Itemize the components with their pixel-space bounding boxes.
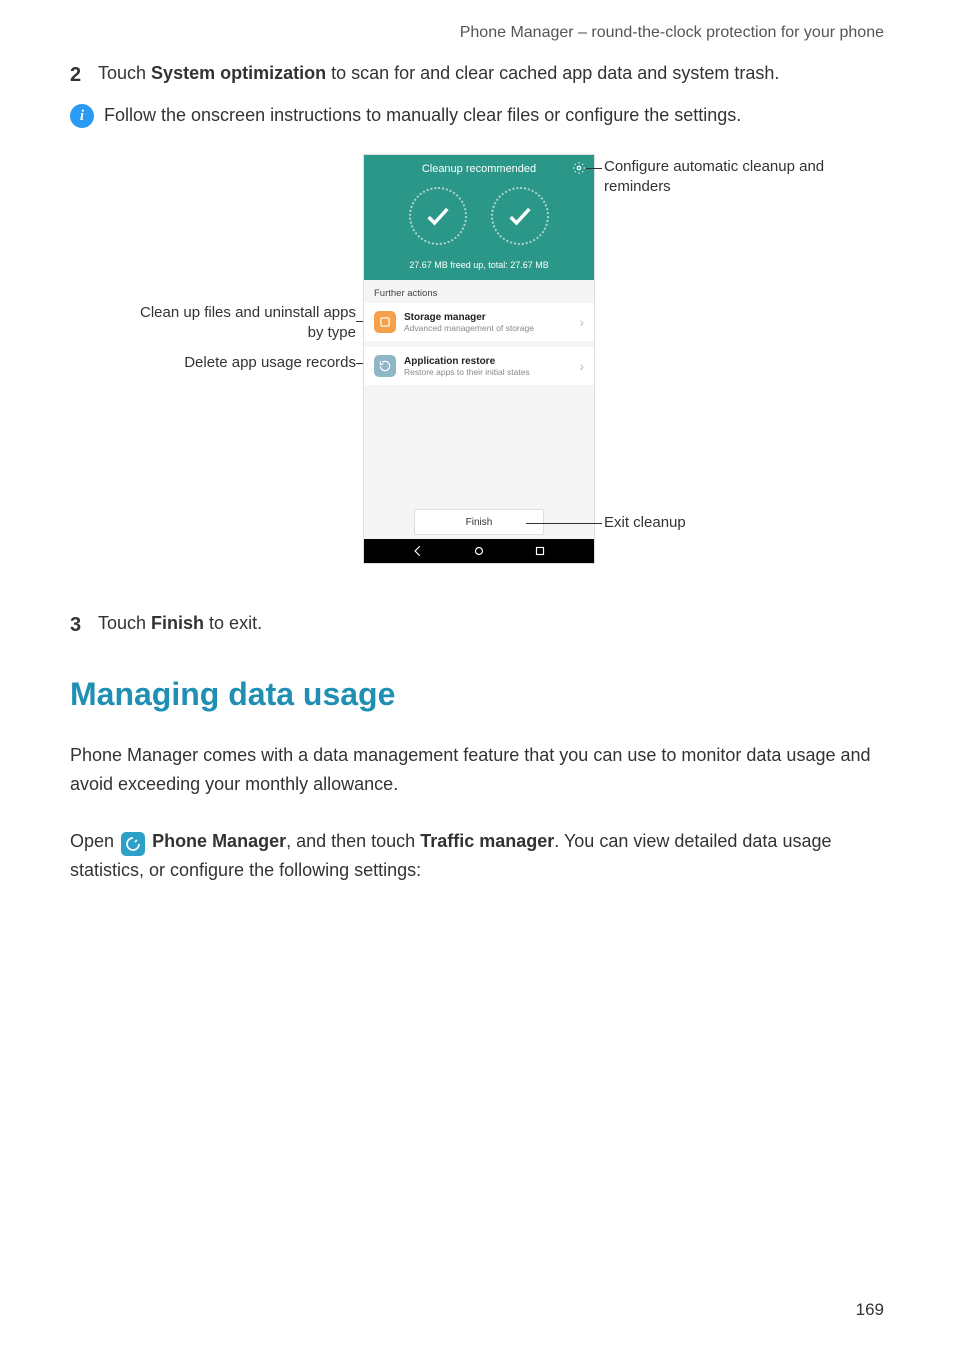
- step-2-number: 2: [70, 60, 86, 90]
- step-2-prefix: Touch: [98, 63, 151, 83]
- chevron-right-icon: ›: [579, 314, 584, 330]
- step-2-suffix: to scan for and clear cached app data an…: [326, 63, 779, 83]
- callout-configure-cleanup: Configure automatic cleanup and reminder…: [604, 157, 832, 198]
- application-restore-row[interactable]: Application restore Restore apps to thei…: [364, 347, 594, 385]
- phone-screenshot: Cleanup recommended 27.67 MB freed up, t…: [364, 155, 594, 563]
- step-3-suffix: to exit.: [204, 613, 262, 633]
- paragraph-1: Phone Manager comes with a data manageme…: [70, 741, 884, 799]
- android-navbar: [364, 539, 594, 563]
- phone-title: Cleanup recommended: [364, 163, 594, 175]
- phone-top-panel: Cleanup recommended 27.67 MB freed up, t…: [364, 155, 594, 280]
- step-3-text: Touch Finish to exit.: [98, 610, 262, 640]
- home-icon[interactable]: [472, 544, 486, 558]
- freed-text: 27.67 MB freed up, total: 27.67 MB: [364, 260, 594, 270]
- paragraph-2: Open Phone Manager, and then touch Traff…: [70, 827, 884, 885]
- storage-icon: [374, 311, 396, 333]
- storage-manager-row[interactable]: Storage manager Advanced management of s…: [364, 303, 594, 341]
- section-heading: Managing data usage: [70, 676, 884, 713]
- storage-title: Storage manager: [404, 312, 534, 323]
- restore-subtitle: Restore apps to their initial states: [404, 367, 530, 377]
- step-2: 2 Touch System optimization to scan for …: [70, 60, 884, 90]
- figure: Clean up files and uninstall apps by typ…: [70, 155, 884, 570]
- restore-text: Application restore Restore apps to thei…: [404, 356, 530, 377]
- page-number: 169: [856, 1300, 884, 1320]
- further-actions-label: Further actions: [364, 280, 594, 303]
- storage-subtitle: Advanced management of storage: [404, 323, 534, 333]
- callout-line: [526, 523, 602, 524]
- para2-t2: , and then touch: [286, 831, 420, 851]
- callout-line: [586, 168, 602, 169]
- page-header: Phone Manager – round-the-clock protecti…: [70, 24, 884, 42]
- step-2-text: Touch System optimization to scan for an…: [98, 60, 779, 90]
- check-circle-1: [409, 187, 467, 245]
- recent-icon[interactable]: [533, 544, 547, 558]
- info-text: Follow the onscreen instructions to manu…: [104, 102, 741, 129]
- info-icon: i: [70, 104, 94, 128]
- gear-icon[interactable]: [572, 161, 586, 175]
- callout-cleanup-by-type: Clean up files and uninstall apps by typ…: [122, 303, 356, 344]
- step-2-bold: System optimization: [151, 63, 326, 83]
- restore-icon: [374, 355, 396, 377]
- finish-button[interactable]: Finish: [414, 509, 544, 535]
- info-note: i Follow the onscreen instructions to ma…: [70, 102, 884, 129]
- phone-manager-icon: [121, 832, 145, 856]
- back-icon[interactable]: [411, 544, 425, 558]
- para2-bold1: Phone Manager: [152, 831, 286, 851]
- restore-title: Application restore: [404, 356, 530, 367]
- para2-bold2: Traffic manager: [420, 831, 554, 851]
- callout-exit-cleanup: Exit cleanup: [604, 513, 686, 533]
- check-circle-2: [491, 187, 549, 245]
- para2-t1: Open: [70, 831, 119, 851]
- storage-text: Storage manager Advanced management of s…: [404, 312, 534, 333]
- step-3-number: 3: [70, 610, 86, 640]
- chevron-right-icon: ›: [579, 358, 584, 374]
- step-3-bold: Finish: [151, 613, 204, 633]
- step-3: 3 Touch Finish to exit.: [70, 610, 884, 640]
- step-3-prefix: Touch: [98, 613, 151, 633]
- callout-delete-usage: Delete app usage records: [122, 353, 356, 373]
